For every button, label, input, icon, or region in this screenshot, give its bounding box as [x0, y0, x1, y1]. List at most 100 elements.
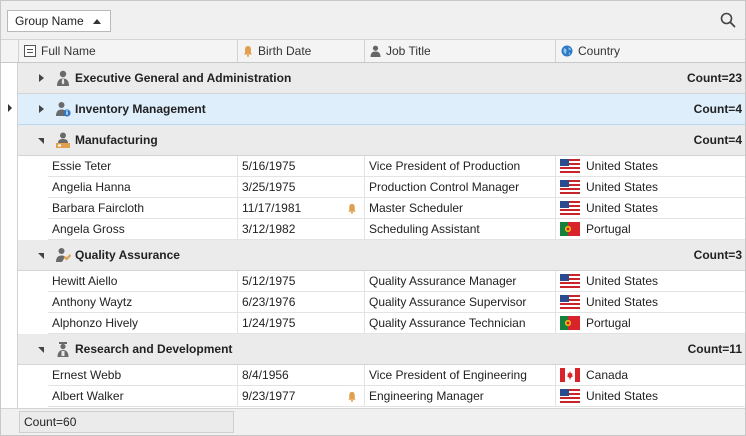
column-label: Birth Date	[258, 44, 312, 58]
focused-row-indicator-icon	[8, 104, 12, 112]
table-row[interactable]: Essie Teter 5/16/1975 Vice President of …	[48, 156, 745, 177]
group-row[interactable]: Executive General and Administration Cou…	[18, 63, 745, 94]
group-row-selected[interactable]: Inventory Management Count=4	[18, 94, 745, 125]
cell-country[interactable]: United States	[555, 198, 745, 218]
globe-icon	[561, 45, 573, 57]
country-value: Canada	[586, 368, 629, 382]
cell-job-title[interactable]: Engineering Manager	[364, 386, 555, 406]
table-row[interactable]: Angelia Hanna 3/25/1975 Production Contr…	[48, 177, 745, 198]
bell-icon	[348, 203, 356, 214]
flag-us-icon	[560, 389, 580, 403]
cell-full-name[interactable]: Angelia Hanna	[48, 177, 237, 197]
cell-full-name[interactable]: Alphonzo Hively	[48, 313, 237, 333]
flag-pt-icon	[560, 222, 580, 236]
cell-job-title[interactable]: Scheduling Assistant	[364, 219, 555, 239]
table-row[interactable]: Anthony Waytz 6/23/1976 Quality Assuranc…	[48, 292, 745, 313]
table-row[interactable]: Ernest Webb 8/4/1956 Vice President of E…	[48, 365, 745, 386]
group-row[interactable]: Manufacturing Count=4	[18, 125, 745, 156]
table-row[interactable]: Alphonzo Hively 1/24/1975 Quality Assura…	[48, 313, 745, 334]
cell-full-name[interactable]: Anthony Waytz	[48, 292, 237, 312]
cell-job-title[interactable]: Master Scheduler	[364, 198, 555, 218]
cell-full-name[interactable]: Hewitt Aiello	[48, 271, 237, 291]
country-value: United States	[586, 389, 659, 403]
column-header-job-title[interactable]: Job Title	[364, 40, 555, 62]
birth-date-value: 8/4/1956	[242, 368, 289, 382]
cell-country[interactable]: United States	[555, 156, 745, 176]
group-count: Count=23	[686, 71, 742, 85]
expand-arrow-icon[interactable]	[39, 74, 44, 82]
cell-full-name[interactable]: Essie Teter	[48, 156, 237, 176]
cell-job-title[interactable]: Vice President of Production	[364, 156, 555, 176]
group-panel: Group Name	[1, 1, 745, 40]
cell-birth-date[interactable]: 3/25/1975	[237, 177, 364, 197]
cell-birth-date[interactable]: 9/23/1977	[237, 386, 364, 406]
bell-icon	[348, 391, 356, 402]
executive-icon	[57, 70, 69, 86]
expand-arrow-icon[interactable]	[39, 105, 44, 113]
cell-job-title[interactable]: Production Control Manager	[364, 177, 555, 197]
cell-full-name[interactable]: Albert Walker	[48, 386, 237, 406]
cell-birth-date[interactable]: 6/23/1976	[237, 292, 364, 312]
group-count: Count=4	[693, 102, 742, 116]
data-grid: Group Name Full Name Birth Date Job Titl…	[0, 0, 746, 436]
cell-country[interactable]: United States	[555, 177, 745, 197]
birth-date-value: 6/23/1976	[242, 295, 296, 309]
search-icon[interactable]	[719, 11, 737, 29]
name-column-icon	[24, 45, 36, 57]
country-value: United States	[586, 201, 659, 215]
cell-birth-date[interactable]: 8/4/1956	[237, 365, 364, 385]
research-icon	[57, 342, 69, 357]
cell-country[interactable]: United States	[555, 292, 745, 312]
table-row[interactable]: Angela Gross 3/12/1982 Scheduling Assist…	[48, 219, 745, 240]
cell-job-title[interactable]: Quality Assurance Supervisor	[364, 292, 555, 312]
group-row[interactable]: Research and Development Count=11	[18, 334, 745, 365]
cell-country[interactable]: United States	[555, 271, 745, 291]
bell-icon	[244, 46, 252, 57]
cell-country[interactable]: Canada	[555, 365, 745, 385]
flag-us-icon	[560, 180, 580, 194]
cell-birth-date[interactable]: 5/16/1975	[237, 156, 364, 176]
column-label: Full Name	[41, 44, 96, 58]
grid-rows: Executive General and Administration Cou…	[18, 63, 745, 408]
collapse-arrow-icon[interactable]	[38, 347, 44, 353]
cell-country[interactable]: Portugal	[555, 219, 745, 239]
cell-full-name[interactable]: Angela Gross	[48, 219, 237, 239]
person-icon	[370, 45, 381, 57]
cell-full-name[interactable]: Ernest Webb	[48, 365, 237, 385]
cell-job-title[interactable]: Quality Assurance Technician	[364, 313, 555, 333]
table-row[interactable]: Hewitt Aiello 5/12/1975 Quality Assuranc…	[48, 271, 745, 292]
cell-job-title[interactable]: Vice President of Engineering	[364, 365, 555, 385]
collapse-arrow-icon[interactable]	[38, 253, 44, 259]
flag-ca-icon	[560, 368, 580, 382]
birth-date-value: 9/23/1977	[242, 389, 296, 403]
flag-us-icon	[560, 274, 580, 288]
group-title: Research and Development	[75, 342, 233, 356]
table-row[interactable]: Albert Walker 9/23/1977 Engineering Mana…	[48, 386, 745, 407]
cell-job-title[interactable]: Quality Assurance Manager	[364, 271, 555, 291]
cell-birth-date[interactable]: 3/12/1982	[237, 219, 364, 239]
column-label: Country	[578, 44, 621, 58]
sort-ascending-icon	[93, 19, 101, 24]
column-header-full-name[interactable]: Full Name	[18, 40, 237, 62]
country-value: United States	[586, 274, 659, 288]
group-count: Count=11	[687, 342, 742, 356]
cell-country[interactable]: United States	[555, 386, 745, 406]
cell-birth-date[interactable]: 5/12/1975	[237, 271, 364, 291]
column-header-country[interactable]: Country	[555, 40, 745, 62]
cell-full-name[interactable]: Barbara Faircloth	[48, 198, 237, 218]
group-by-name-chip[interactable]: Group Name	[7, 10, 111, 32]
table-row[interactable]: Barbara Faircloth 11/17/1981 Master Sche…	[48, 198, 745, 219]
group-count: Count=4	[693, 133, 742, 147]
cell-birth-date[interactable]: 11/17/1981	[237, 198, 364, 218]
cell-country[interactable]: Portugal	[555, 313, 745, 333]
column-header-birth-date[interactable]: Birth Date	[237, 40, 364, 62]
cell-birth-date[interactable]: 1/24/1975	[237, 313, 364, 333]
group-title: Executive General and Administration	[75, 71, 292, 85]
flag-us-icon	[560, 201, 580, 215]
country-value: United States	[586, 159, 659, 173]
group-row[interactable]: Quality Assurance Count=3	[18, 240, 745, 271]
collapse-arrow-icon[interactable]	[38, 138, 44, 144]
country-value: United States	[586, 295, 659, 309]
inventory-icon	[56, 102, 71, 117]
group-chip-label: Group Name	[15, 14, 84, 28]
